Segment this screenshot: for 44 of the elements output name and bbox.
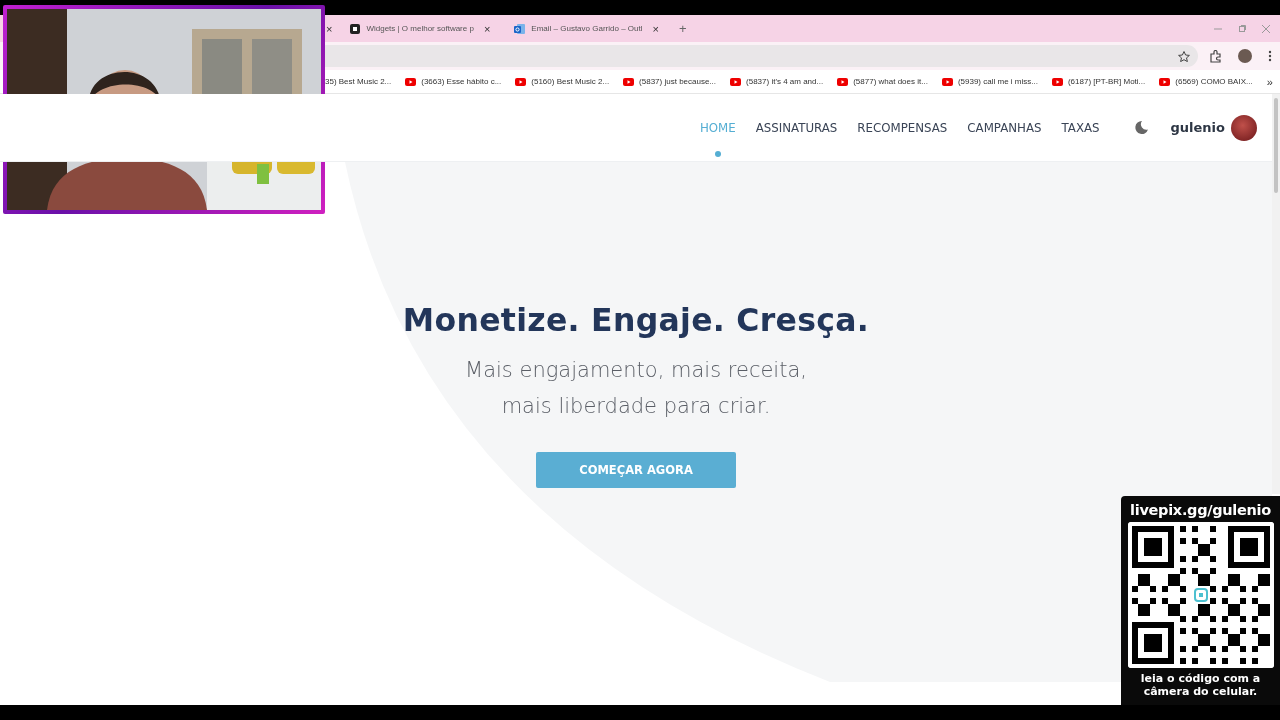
video-play-icon <box>623 77 635 86</box>
puzzle-icon[interactable] <box>1210 49 1222 63</box>
new-tab-button[interactable]: + <box>678 21 687 36</box>
menu-icon[interactable] <box>1268 50 1272 62</box>
qr-caption: câmera do celular. <box>1142 685 1259 698</box>
mail-icon <box>514 23 526 34</box>
username[interactable]: gulenio <box>1170 120 1225 135</box>
video-play-icon <box>1051 77 1063 86</box>
video-play-icon <box>941 77 953 86</box>
bookmark[interactable]: (6187) [PT-BR] Moti... <box>1051 77 1146 86</box>
hero-subtitle: mais liberdade para criar. <box>500 393 772 420</box>
hero-title: Monetize. Engaje. Cresça. <box>402 302 870 338</box>
nav-link[interactable]: RECOMPENSAS <box>857 120 948 135</box>
video-play-icon <box>405 77 417 86</box>
bookmark[interactable]: (5160) Best Music 2... <box>515 77 610 86</box>
star-icon[interactable] <box>1178 50 1190 62</box>
moon-icon[interactable] <box>1132 119 1149 136</box>
bookmark[interactable]: (5939) call me i miss... <box>941 77 1038 86</box>
close-tab-button[interactable]: × <box>322 22 337 35</box>
bookmark[interactable]: (5837) it's 4 am and... <box>730 77 824 86</box>
bookmark[interactable]: (5877) what does it... <box>837 77 928 86</box>
nav-link[interactable]: ASSINATURAS <box>755 120 838 135</box>
bookmark[interactable]: (6569) COMO BAIX... <box>1159 77 1253 86</box>
browser-tab[interactable]: Widgets | O melhor software p × <box>340 15 501 42</box>
app-icon <box>350 23 361 34</box>
close-tab-button[interactable]: × <box>648 22 663 35</box>
nav-link[interactable]: TAXAS <box>1061 120 1100 135</box>
video-play-icon <box>730 77 742 86</box>
bookmark[interactable]: (3663) Esse hábito c... <box>405 77 502 86</box>
active-indicator <box>714 150 721 157</box>
scrollbar[interactable] <box>1272 94 1280 494</box>
bookmark[interactable]: (5837) just because... <box>623 77 717 86</box>
bookmark[interactable]: 35) Best Music 2... <box>325 77 392 86</box>
user-avatar[interactable] <box>1231 114 1257 141</box>
qr-caption: leia o código com a <box>1140 672 1261 685</box>
close-tab-button[interactable]: × <box>479 22 495 35</box>
video-play-icon <box>837 77 849 86</box>
nav-link[interactable]: CAMPANHAS <box>967 120 1042 135</box>
video-play-icon <box>1159 77 1171 86</box>
browser-tab[interactable]: Email – Gustavo Garrido – Outl × <box>504 15 669 42</box>
more-bookmarks-button[interactable]: » <box>1266 75 1280 88</box>
video-play-icon <box>515 77 527 86</box>
profile-avatar[interactable] <box>1238 49 1252 63</box>
hero-subtitle: Mais engajamento, mais receita, <box>465 357 807 384</box>
